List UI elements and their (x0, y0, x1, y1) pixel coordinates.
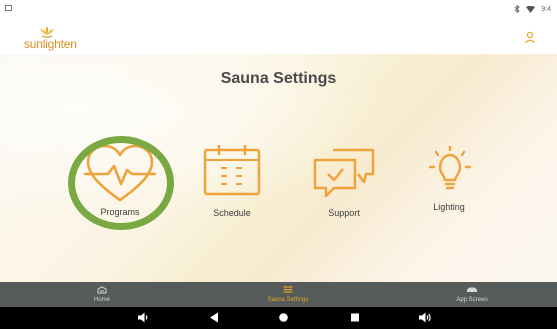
lighting-tile[interactable]: Lighting (416, 146, 482, 222)
heart-pulse-icon (84, 144, 156, 202)
nav-home-label: Home (93, 297, 110, 303)
programs-label: Programs (100, 207, 140, 217)
lightbulb-icon (428, 146, 472, 190)
support-label: Support (328, 208, 360, 218)
notification-icon (5, 5, 12, 11)
nav-sauna-settings-label: Sauna Settings (267, 297, 309, 303)
list-icon (283, 286, 293, 293)
schedule-label: Schedule (213, 208, 251, 218)
volume-up-icon[interactable] (418, 312, 432, 323)
user-profile-icon[interactable] (524, 31, 536, 45)
nav-app-screen[interactable]: App Screen (426, 282, 518, 307)
nav-home[interactable]: Home (60, 282, 144, 307)
schedule-tile[interactable]: Schedule (196, 144, 268, 222)
logo-text: sunlighten (24, 37, 77, 51)
back-icon[interactable] (209, 312, 219, 323)
bluetooth-icon (514, 5, 520, 13)
nav-sauna-settings[interactable]: Sauna Settings (240, 282, 336, 307)
home-icon[interactable] (278, 312, 289, 323)
system-nav-bar (0, 307, 557, 329)
status-bar: 9:4 (0, 0, 557, 20)
status-time: 9:4 (541, 5, 551, 13)
chat-bubbles-icon (313, 148, 375, 198)
volume-down-icon[interactable] (137, 312, 149, 323)
programs-tile[interactable]: Programs (80, 140, 160, 222)
nav-app-screen-label: App Screen (456, 297, 488, 303)
screen: 9:4 sunlighten Sauna Settings Programs S… (0, 0, 557, 329)
page-title: Sauna Settings (220, 70, 337, 87)
wifi-icon (526, 5, 536, 13)
main-content: Sauna Settings Programs Schedule Support… (0, 54, 557, 282)
recents-icon[interactable] (350, 312, 360, 323)
sunlighten-logo[interactable]: sunlighten (24, 26, 86, 52)
app-header: sunlighten (0, 20, 557, 54)
lighting-label: Lighting (433, 202, 465, 212)
status-right: 9:4 (514, 5, 551, 13)
calendar-icon (203, 145, 261, 196)
bottom-nav: Home Sauna Settings App Screen (0, 282, 557, 307)
support-tile[interactable]: Support (306, 144, 382, 222)
sauna-home-icon (97, 286, 107, 294)
car-icon (467, 287, 477, 292)
